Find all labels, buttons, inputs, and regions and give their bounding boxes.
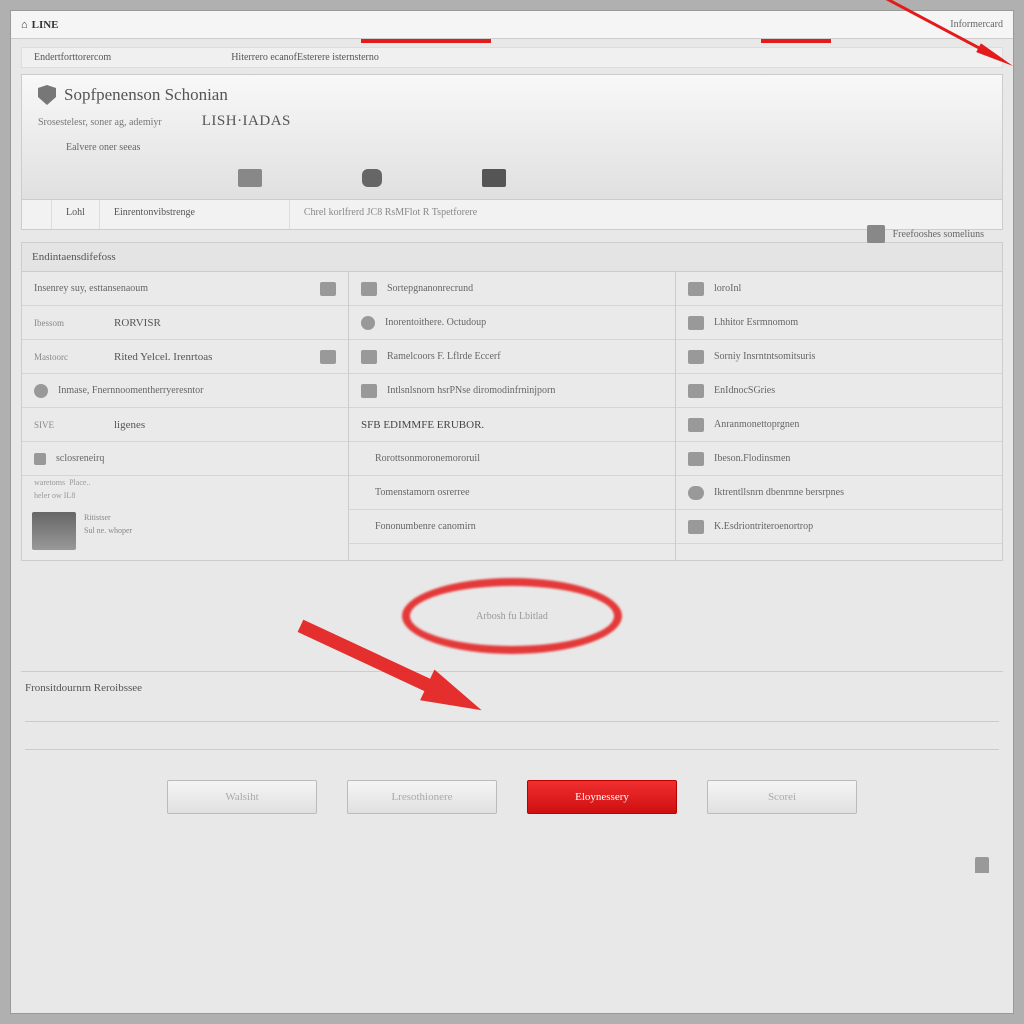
row-label: Insenrey suy, esttansenaoum <box>34 283 310 294</box>
stack-icon <box>688 452 704 466</box>
row-text[interactable]: Intlsnlsnorn hsrPNse diromodinfrninjporn <box>387 385 663 396</box>
thumbnail-card[interactable]: Ritistser Sul ne. whoper <box>22 502 348 560</box>
image-icon <box>361 384 377 398</box>
grid-icon <box>361 350 377 364</box>
field-label: waretoms <box>34 478 65 487</box>
folder-icon <box>688 350 704 364</box>
book-icon <box>688 316 704 330</box>
breadcrumb: Endertforttorercom Hiterrero ecanofEster… <box>21 47 1003 68</box>
row-text[interactable]: loroInl <box>714 283 990 294</box>
small-text: heler ow IL8 <box>22 489 348 502</box>
breadcrumb-b[interactable]: Hiterrero ecanofEsterere isternsterno <box>231 52 379 63</box>
thumbnail-image <box>32 512 76 550</box>
thumb-title: Ritistser <box>84 512 132 525</box>
titlebar-right-text: Informercard <box>950 19 1003 30</box>
header-icon[interactable] <box>238 169 262 187</box>
input-line[interactable] <box>25 728 999 750</box>
breadcrumb-a[interactable]: Endertforttorercom <box>34 52 111 63</box>
field-label: Mastoorc <box>34 352 104 362</box>
field-value: ligenes <box>114 419 336 431</box>
field-label: SIVE <box>34 420 104 430</box>
header-sub-value: LISH·IADAS <box>202 113 291 130</box>
header-icon[interactable] <box>362 169 382 187</box>
red-circle-annotation <box>402 578 622 654</box>
accent-bar <box>361 39 491 43</box>
row-text[interactable]: Sorniy Insrntntsomitsuris <box>714 351 990 362</box>
clock-icon <box>34 384 48 398</box>
button-b[interactable]: Lresothionere <box>347 780 497 814</box>
footer-section: Fronsitdournrn Reroibssee <box>21 671 1003 766</box>
tab-icon[interactable] <box>22 200 52 229</box>
data-grid: Insenrey suy, esttansenaoum Ibessom RORVI… <box>21 271 1003 561</box>
row-text[interactable]: Ramelcoors F. Lflrde Eccerf <box>387 351 663 362</box>
clock-icon <box>361 316 375 330</box>
field-value: Rited Yelcel. Irenrtoas <box>114 351 310 363</box>
button-a[interactable]: Walsiht <box>167 780 317 814</box>
column-3: loroInl Lhhitor Esrmnomom Sorniy Insrntn… <box>676 272 1002 560</box>
header-icon[interactable] <box>482 169 506 187</box>
row-text[interactable]: Rorottsonmoronemororuil <box>375 453 663 464</box>
button-row: Walsiht Lresothionere Eloynessery Scorei <box>11 766 1013 824</box>
row-text[interactable]: Sortepgnanonrecrund <box>387 283 663 294</box>
thumb-sub: Sul ne. whoper <box>84 525 132 538</box>
header-note: Ealvere oner seeas <box>66 142 986 153</box>
sub-heading: SFB EDIMMFE ERUBOR. <box>361 419 663 431</box>
row-text[interactable]: Anranmonettoprgnen <box>714 419 990 430</box>
section-title: Endintaensdifefoss <box>21 242 1003 271</box>
lock-icon <box>975 857 989 873</box>
input-line[interactable] <box>25 700 999 722</box>
field-value: Place.. <box>69 478 90 487</box>
row-text[interactable]: Tomenstamorn osrerree <box>375 487 663 498</box>
field-value: RORVISR <box>114 317 336 329</box>
shield-icon <box>38 85 56 105</box>
row-text[interactable]: Ibeson.Flodinsmen <box>714 453 990 464</box>
row-text[interactable]: EnIdnocSGries <box>714 385 990 396</box>
page-icon <box>688 282 704 296</box>
tag-icon <box>688 384 704 398</box>
footer-title: Fronsitdournrn Reroibssee <box>25 682 999 694</box>
row-text[interactable]: Inorentoithere. Octudoup <box>385 317 663 328</box>
brand: LINE <box>32 19 59 31</box>
accent-bar <box>761 39 831 43</box>
gear-icon <box>688 520 704 534</box>
row-text[interactable]: Lhhitor Esrmnomom <box>714 317 990 328</box>
highlight-callout: Arbosh fu Lbitlad <box>21 571 1003 661</box>
primary-button[interactable]: Eloynessery <box>527 780 677 814</box>
tab-a[interactable]: Lohl <box>52 200 100 229</box>
action-icon[interactable] <box>320 350 336 364</box>
row-text[interactable]: Inmase, Fnernnoomentherryeresntor <box>58 385 336 396</box>
badge-icon <box>867 225 885 243</box>
tabs: Lohl Einrentonvibstrenge Chrel korlfrerd… <box>21 200 1003 230</box>
header-panel: Sopfpenenson Schonian Srosestelesr, sone… <box>21 74 1003 200</box>
tab-note: Chrel korlfrerd JC8 RsMFlot R Tspetforer… <box>290 200 491 229</box>
row-text[interactable]: Fononumbenre canomirn <box>375 521 663 532</box>
row-text[interactable]: sclosreneirq <box>56 453 336 464</box>
page-title: Sopfpenenson Schonian <box>64 85 228 105</box>
titlebar: ⌂ LINE Informercard <box>11 11 1013 39</box>
tab-b[interactable]: Einrentonvibstrenge <box>100 200 290 229</box>
row-text[interactable]: Iktrentllsnrn dbenrnne bersrpnes <box>714 487 990 498</box>
edit-icon[interactable] <box>320 282 336 296</box>
pill-icon <box>688 486 704 500</box>
column-1: Insenrey suy, esttansenaoum Ibessom RORVI… <box>22 272 349 560</box>
home-icon: ⌂ <box>21 19 28 31</box>
header-badge-text[interactable]: Freefooshes someliuns <box>893 229 984 240</box>
field-label: Ibessom <box>34 318 104 328</box>
column-2: Sortepgnanonrecrund Inorentoithere. Octu… <box>349 272 676 560</box>
button-d[interactable]: Scorei <box>707 780 857 814</box>
folder-icon <box>688 418 704 432</box>
item-icon <box>34 453 46 465</box>
header-sub-label: Srosestelesr, soner ag, ademiyr <box>38 117 162 128</box>
row-text[interactable]: K.Esdriontriteroenortrop <box>714 521 990 532</box>
doc-icon <box>361 282 377 296</box>
